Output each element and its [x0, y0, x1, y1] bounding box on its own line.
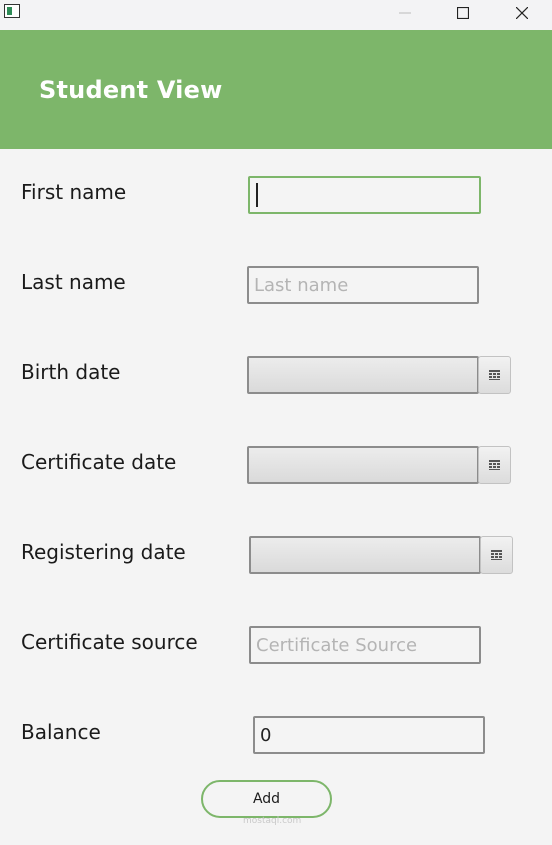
last-name-input[interactable]: Last name [247, 266, 479, 304]
certificate-date-picker-button[interactable] [478, 446, 511, 484]
registering-date-label: Registering date [21, 540, 186, 564]
maximize-button[interactable] [440, 0, 486, 26]
maximize-icon [457, 7, 469, 19]
certificate-source-label: Certificate source [21, 630, 198, 654]
birth-date-input[interactable] [247, 356, 479, 394]
certificate-source-input[interactable]: Certificate Source [249, 626, 481, 664]
registering-date-input[interactable] [249, 536, 481, 574]
balance-label: Balance [21, 720, 101, 744]
app-window-icon [4, 4, 20, 18]
calendar-icon [489, 460, 500, 470]
last-name-placeholder: Last name [254, 274, 349, 296]
birth-date-picker-button[interactable] [478, 356, 511, 394]
text-caret [256, 183, 258, 207]
first-name-label: First name [21, 180, 127, 204]
header-banner: Student View [0, 30, 552, 149]
close-icon [516, 7, 528, 19]
certificate-source-placeholder: Certificate Source [256, 634, 418, 656]
calendar-icon [489, 370, 500, 380]
minimize-icon [399, 12, 411, 14]
minimize-button[interactable] [382, 0, 428, 26]
watermark-text: mostaql.com [243, 816, 302, 826]
certificate-date-input[interactable] [247, 446, 479, 484]
first-name-input[interactable] [248, 176, 481, 214]
balance-value: 0 [260, 724, 272, 746]
birth-date-label: Birth date [21, 360, 121, 384]
add-button[interactable]: Add [201, 780, 332, 818]
last-name-label: Last name [21, 270, 126, 294]
close-button[interactable] [499, 0, 545, 26]
registering-date-picker-button[interactable] [480, 536, 513, 574]
certificate-date-label: Certificate date [21, 450, 177, 474]
calendar-icon [491, 550, 502, 560]
balance-input[interactable]: 0 [253, 716, 485, 754]
page-title: Student View [39, 76, 223, 104]
window-titlebar [0, 0, 552, 30]
